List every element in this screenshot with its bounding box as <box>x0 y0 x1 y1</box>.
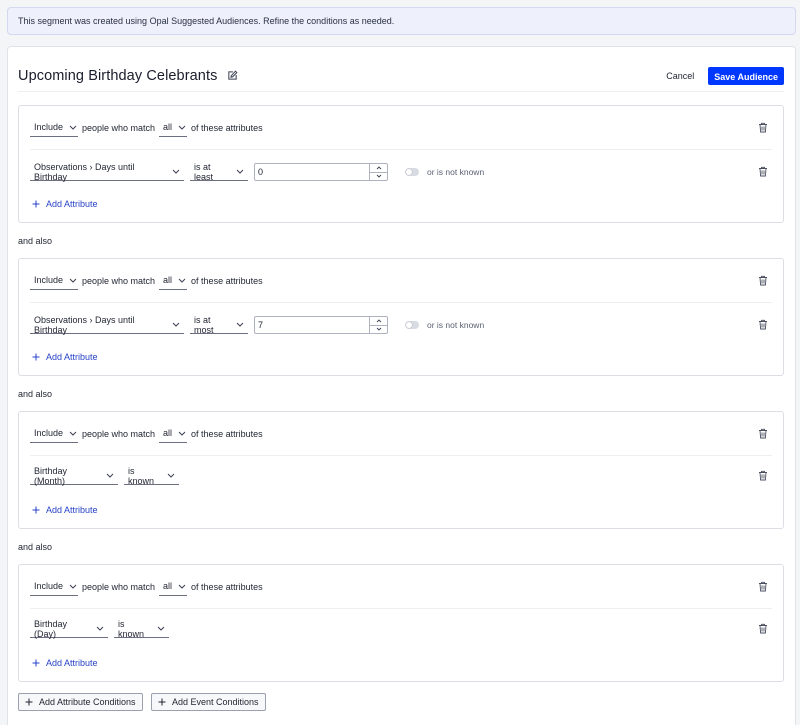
add-event-conditions-button[interactable]: Add Event Conditions <box>151 693 266 711</box>
chevron-down-icon <box>178 431 186 436</box>
group-header-row: Include people who match all of these at… <box>30 565 772 609</box>
add-attribute-button[interactable]: Add Attribute <box>32 658 98 668</box>
plus-icon <box>32 659 40 667</box>
delete-group-trash-icon[interactable] <box>758 275 768 286</box>
add-attribute-button[interactable]: Add Attribute <box>32 199 98 209</box>
stepper-up-icon[interactable] <box>370 164 387 173</box>
include-select[interactable]: Include <box>30 272 78 290</box>
chevron-down-icon <box>167 473 175 478</box>
chevron-down-icon <box>69 584 77 589</box>
chevron-down-icon <box>178 278 186 283</box>
save-audience-button[interactable]: Save Audience <box>708 66 784 85</box>
chevron-down-icon <box>96 626 104 631</box>
banner-text: This segment was created using Opal Sugg… <box>18 16 395 26</box>
match-select[interactable]: all <box>159 578 188 596</box>
delete-group-trash-icon[interactable] <box>758 428 768 439</box>
attribute-select[interactable]: Birthday (Day) <box>30 619 108 639</box>
condition-group-3: Include people who match all of these at… <box>18 411 784 529</box>
stepper-up-icon[interactable] <box>370 317 387 326</box>
chevron-down-icon <box>178 125 186 130</box>
stepper-down-icon[interactable] <box>370 173 387 181</box>
attribute-row: Observations › Days until Birthday is at… <box>30 314 772 336</box>
value-number-input <box>254 316 388 334</box>
delete-group-trash-icon[interactable] <box>758 581 768 592</box>
add-attribute-conditions-button[interactable]: Add Attribute Conditions <box>18 693 143 711</box>
include-select[interactable]: Include <box>30 119 78 137</box>
value-input[interactable] <box>255 317 369 333</box>
attribute-row: Birthday (Month) is known <box>30 465 772 487</box>
group-header-row: Include people who match all of these at… <box>30 412 772 456</box>
plus-icon <box>32 200 40 208</box>
chevron-down-icon <box>236 322 244 327</box>
delete-group-trash-icon[interactable] <box>758 122 768 133</box>
chevron-down-icon <box>69 278 77 283</box>
stepper-down-icon[interactable] <box>370 326 387 334</box>
group-header-row: Include people who match all of these at… <box>30 106 772 150</box>
operator-select[interactable]: is known <box>124 466 179 486</box>
edit-icon[interactable] <box>227 70 238 81</box>
include-select[interactable]: Include <box>30 578 78 596</box>
operator-select[interactable]: is known <box>114 619 169 639</box>
match-select[interactable]: all <box>159 119 188 137</box>
chevron-down-icon <box>236 169 244 174</box>
chevron-down-icon <box>172 322 180 327</box>
delete-attribute-trash-icon[interactable] <box>758 623 768 634</box>
delete-attribute-trash-icon[interactable] <box>758 470 768 481</box>
group-header-row: Include people who match all of these at… <box>30 259 772 303</box>
audience-header: Upcoming Birthday Celebrants Cancel Save… <box>18 60 784 92</box>
plus-icon <box>32 506 40 514</box>
attribute-row: Birthday (Day) is known <box>30 618 772 640</box>
not-known-toggle[interactable] <box>405 321 419 329</box>
value-stepper <box>369 164 387 180</box>
condition-group-1: Include people who match all of these at… <box>18 105 784 223</box>
attribute-select[interactable]: Observations › Days until Birthday <box>30 315 184 335</box>
value-input[interactable] <box>255 164 369 180</box>
and-also-label: and also <box>18 542 53 552</box>
operator-select[interactable]: is at least <box>190 162 248 182</box>
info-banner: This segment was created using Opal Sugg… <box>7 7 796 35</box>
attribute-select[interactable]: Birthday (Month) <box>30 466 118 486</box>
not-known-toggle[interactable] <box>405 168 419 176</box>
operator-select[interactable]: is at most <box>190 315 248 335</box>
include-select[interactable]: Include <box>30 425 78 443</box>
chevron-down-icon <box>178 584 186 589</box>
plus-icon <box>25 698 33 706</box>
delete-attribute-trash-icon[interactable] <box>758 319 768 330</box>
condition-group-4: Include people who match all of these at… <box>18 564 784 682</box>
and-also-label: and also <box>18 236 53 246</box>
value-number-input <box>254 163 388 181</box>
chevron-down-icon <box>157 626 165 631</box>
chevron-down-icon <box>106 473 114 478</box>
chevron-down-icon <box>69 431 77 436</box>
cancel-button[interactable]: Cancel <box>658 67 702 85</box>
attribute-row: Observations › Days until Birthday is at… <box>30 161 772 183</box>
page-title: Upcoming Birthday Celebrants <box>18 67 218 84</box>
plus-icon <box>32 353 40 361</box>
add-attribute-button[interactable]: Add Attribute <box>32 352 98 362</box>
plus-icon <box>158 698 166 706</box>
match-select[interactable]: all <box>159 425 188 443</box>
attribute-select[interactable]: Observations › Days until Birthday <box>30 162 184 182</box>
delete-attribute-trash-icon[interactable] <box>758 166 768 177</box>
and-also-label: and also <box>18 389 53 399</box>
value-stepper <box>369 317 387 333</box>
condition-group-2: Include people who match all of these at… <box>18 258 784 376</box>
chevron-down-icon <box>69 125 77 130</box>
match-select[interactable]: all <box>159 272 188 290</box>
add-attribute-button[interactable]: Add Attribute <box>32 505 98 515</box>
chevron-down-icon <box>172 169 180 174</box>
